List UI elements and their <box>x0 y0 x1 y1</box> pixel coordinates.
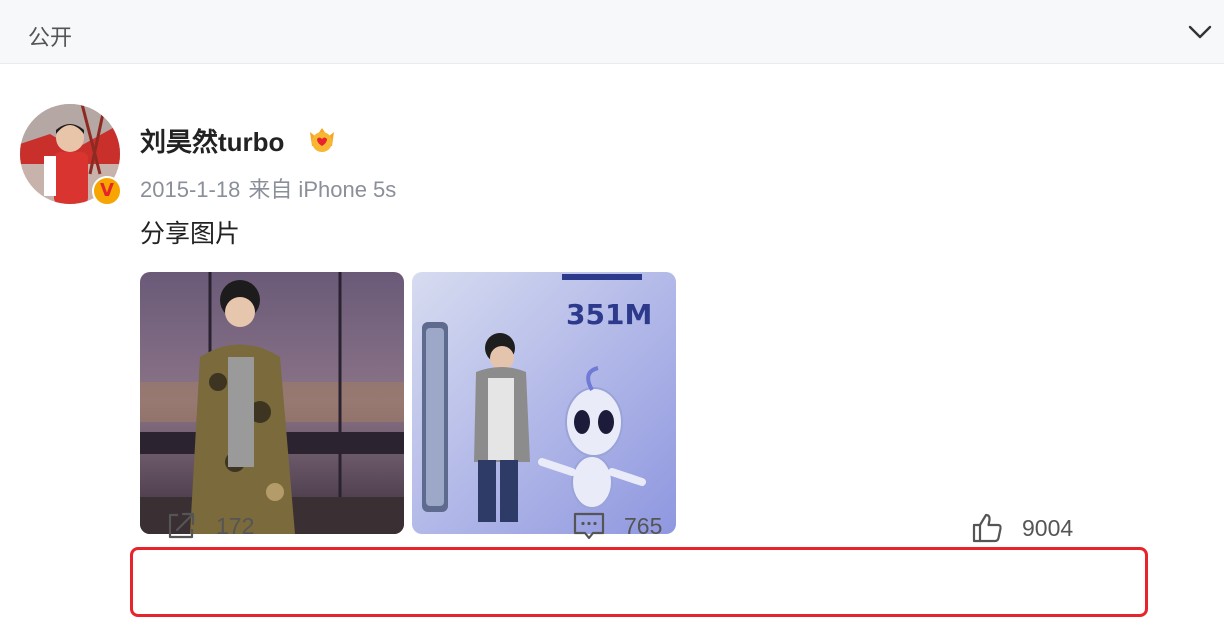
author-name[interactable]: 刘昊然turbo <box>140 122 284 159</box>
like-button[interactable]: 9004 <box>970 510 1073 546</box>
repost-button[interactable]: 172 <box>164 508 254 544</box>
post-photo-2[interactable]: 351M <box>412 272 676 534</box>
thumbs-up-icon <box>972 513 1002 543</box>
avatar[interactable]: V <box>20 104 122 206</box>
vip-heart-crown-icon[interactable] <box>306 124 338 154</box>
chevron-down-icon[interactable] <box>1186 18 1214 46</box>
comment-count: 765 <box>624 512 663 539</box>
post-date[interactable]: 2015-1-18 <box>140 177 240 202</box>
post-source: 来自 iPhone 5s <box>248 177 397 202</box>
action-bar-highlight <box>130 547 1148 617</box>
repost-count: 172 <box>216 512 255 539</box>
post-text: 分享图片 <box>140 220 241 248</box>
top-bar: 公开 <box>0 0 1224 64</box>
visibility-label[interactable]: 公开 <box>28 20 72 52</box>
post-photo-1[interactable] <box>140 272 404 534</box>
like-count: 9004 <box>1022 514 1074 541</box>
verified-badge-icon: V <box>92 176 122 206</box>
comment-icon <box>573 512 605 540</box>
photo-caption: 351M <box>566 298 652 331</box>
post-meta: 2015-1-18 来自 iPhone 5s <box>140 172 404 204</box>
comment-button[interactable]: 765 <box>572 508 662 544</box>
repost-icon <box>168 512 195 539</box>
